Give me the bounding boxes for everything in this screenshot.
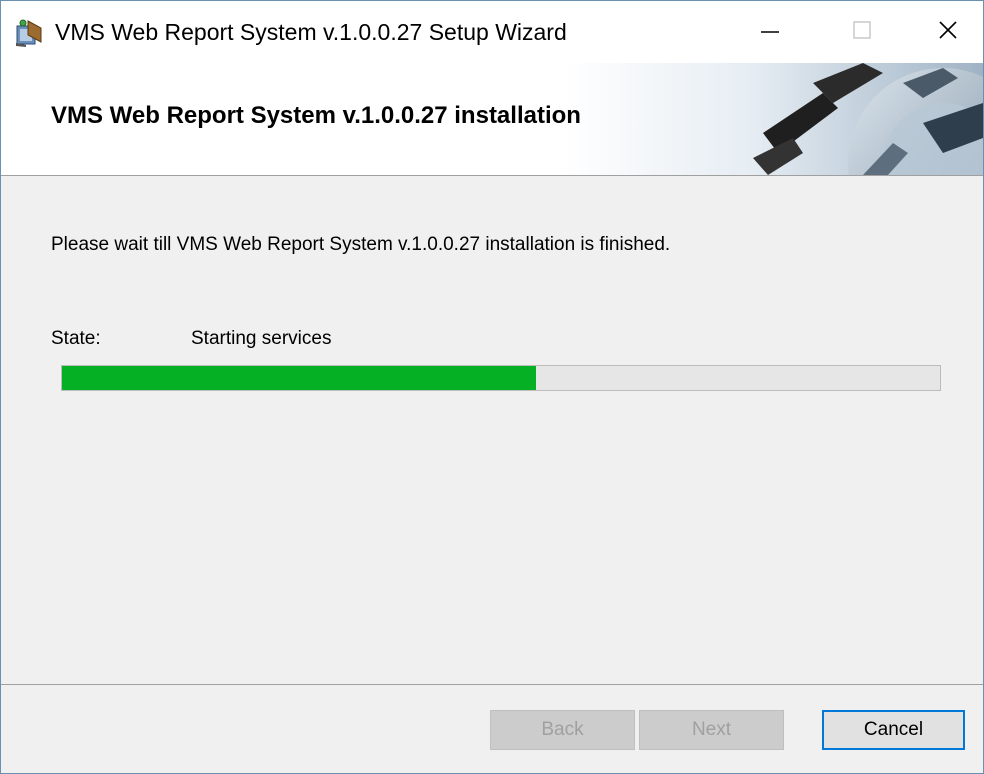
banner-title: VMS Web Report System v.1.0.0.27 install… [51, 102, 581, 129]
state-label: State: [51, 328, 101, 349]
minimize-button[interactable] [739, 1, 801, 63]
cancel-button[interactable]: Cancel [822, 710, 965, 750]
close-icon [937, 19, 959, 46]
content-area: Please wait till VMS Web Report System v… [1, 176, 983, 684]
footer-separator [1, 684, 983, 685]
title-bar[interactable]: VMS Web Report System v.1.0.0.27 Setup W… [1, 1, 983, 63]
progress-fill [62, 366, 537, 390]
setup-wizard-window: VMS Web Report System v.1.0.0.27 Setup W… [0, 0, 984, 774]
maximize-button [831, 1, 893, 63]
installer-package-icon [14, 18, 44, 48]
gears-icon [563, 63, 983, 175]
back-button[interactable]: Back [490, 710, 635, 750]
window-title: VMS Web Report System v.1.0.0.27 Setup W… [55, 19, 567, 45]
header-banner: VMS Web Report System v.1.0.0.27 install… [1, 63, 983, 176]
maximize-icon [852, 20, 872, 45]
minimize-icon [760, 20, 780, 45]
state-value: Starting services [191, 328, 332, 349]
next-button[interactable]: Next [639, 710, 784, 750]
close-button[interactable] [917, 1, 979, 63]
progress-bar [61, 365, 941, 391]
wait-message: Please wait till VMS Web Report System v… [51, 234, 671, 255]
